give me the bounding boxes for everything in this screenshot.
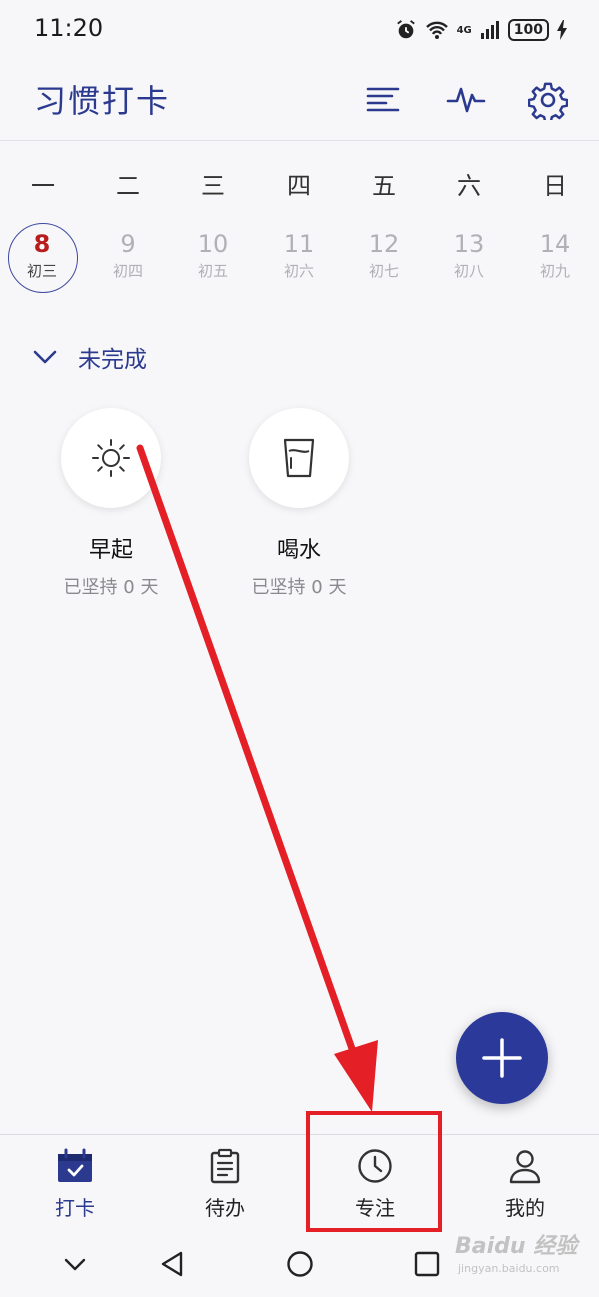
watermark-url: jingyan.baidu.com [458,1262,560,1275]
person-icon [509,1150,541,1184]
system-collapse-button[interactable] [55,1244,95,1284]
back-triangle-icon [161,1251,183,1277]
system-recents-button[interactable] [407,1244,447,1284]
bottom-nav-divider [0,1134,599,1135]
chevron-down-icon [64,1258,86,1271]
calendar-check-icon [58,1148,92,1182]
watermark: Baidu 经验 [455,1234,578,1259]
tab-checkin[interactable]: 打卡 [20,1148,130,1221]
clipboard-icon [210,1148,240,1184]
tab-label: 打卡 [55,1196,95,1220]
tab-todo[interactable]: 待办 [170,1148,280,1221]
system-home-button[interactable] [280,1244,320,1284]
tab-label: 我的 [505,1196,545,1220]
annotation-highlight-box [306,1111,442,1232]
tab-profile[interactable]: 我的 [470,1148,580,1221]
home-circle-icon [287,1251,313,1277]
plus-icon [482,1038,522,1078]
tab-label: 待办 [205,1196,245,1220]
system-back-button[interactable] [152,1244,192,1284]
add-habit-button[interactable] [456,1012,548,1104]
recents-square-icon [414,1251,440,1277]
